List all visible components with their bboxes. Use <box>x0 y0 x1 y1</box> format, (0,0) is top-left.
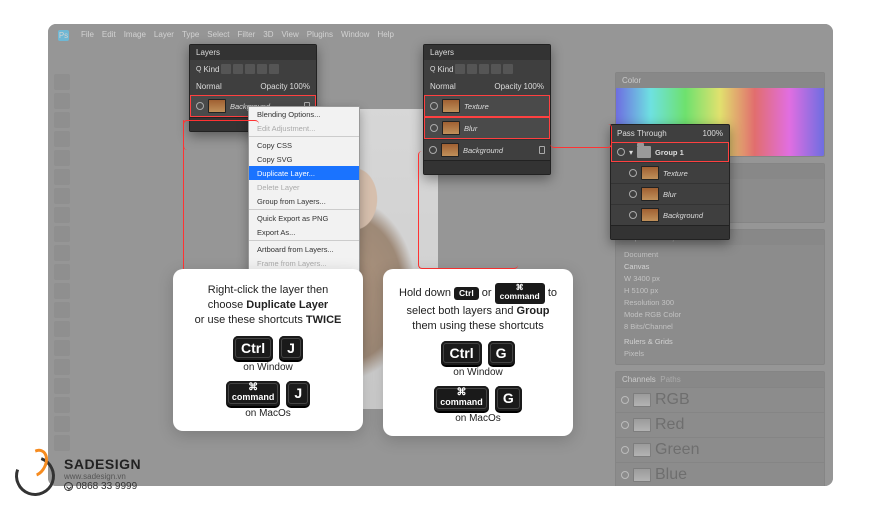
key-g: G <box>495 386 522 411</box>
eye-icon[interactable] <box>617 148 625 156</box>
panel-title: Layers <box>424 45 550 60</box>
eye-icon[interactable] <box>430 102 438 110</box>
card-text-bold: Group <box>517 305 550 317</box>
layer-thumb <box>442 99 460 113</box>
key-ctrl: Ctrl <box>454 287 479 300</box>
blendmode-select[interactable]: Normal <box>430 82 456 91</box>
key-g: G <box>488 341 515 365</box>
panel-title: Layers <box>190 45 316 60</box>
ctx-blending-options[interactable]: Blending Options... <box>249 107 359 121</box>
blendmode-select[interactable]: Pass Through <box>617 129 667 138</box>
os-label-windows: on Window <box>183 362 353 373</box>
panel-footer <box>424 160 550 174</box>
ctx-artboard-from-layers[interactable]: Artboard from Layers... <box>249 242 359 256</box>
layer-row-group[interactable]: ▾Group 1 <box>611 142 729 162</box>
card-text: them using these shortcuts <box>412 320 543 332</box>
panel-footer <box>611 225 729 239</box>
card-text: choose <box>208 299 247 311</box>
layer-row-texture[interactable]: Texture <box>424 95 550 117</box>
connector-line <box>183 120 184 270</box>
ctx-export-as[interactable]: Export As... <box>249 225 359 239</box>
folder-icon <box>637 146 651 158</box>
card-text: select both layers and <box>406 305 516 317</box>
eye-icon[interactable] <box>629 190 637 198</box>
eye-icon[interactable] <box>196 102 204 110</box>
layer-row-background[interactable]: Background <box>611 204 729 225</box>
layer-name[interactable]: Background <box>663 211 703 220</box>
layer-row-blur[interactable]: Blur <box>424 117 550 139</box>
ctx-delete-layer: Delete Layer <box>249 180 359 194</box>
layer-thumb <box>208 99 226 113</box>
card-text-bold: Duplicate Layer <box>246 299 328 311</box>
eye-icon[interactable] <box>430 124 438 132</box>
card-text: to <box>548 287 557 299</box>
logo-icon <box>12 451 58 497</box>
brand-phone: 0868 33 9999 <box>64 481 141 492</box>
layer-name[interactable]: Texture <box>464 102 489 111</box>
os-label-windows: on Window <box>393 367 563 378</box>
layer-thumb <box>442 121 460 135</box>
blend-row[interactable]: Normal Opacity100% <box>424 78 550 95</box>
kind-filter[interactable]: Kind <box>437 65 453 74</box>
opacity-label: Opacity <box>494 82 521 91</box>
card-text: or <box>482 287 495 299</box>
layer-name[interactable]: Texture <box>663 169 688 178</box>
kind-filter[interactable]: Kind <box>203 65 219 74</box>
layer-name[interactable]: Blur <box>464 124 477 133</box>
photoshop-window: Ps File Edit Image Layer Type Select Fil… <box>48 24 833 486</box>
layer-row-texture[interactable]: Texture <box>611 162 729 183</box>
ctx-edit-adjustment: Edit Adjustment... <box>249 121 359 135</box>
instruction-card-duplicate: Right-click the layer then choose Duplic… <box>173 269 363 431</box>
key-command: ⌘command <box>495 283 545 304</box>
watermark-logo: SADESIGN www.sadesign.vn 0868 33 9999 <box>12 451 141 497</box>
card-text: Right-click the layer then <box>208 284 328 296</box>
opacity-value[interactable]: 100% <box>290 82 310 91</box>
key-command: ⌘command <box>226 381 281 406</box>
key-command: ⌘command <box>434 386 489 411</box>
key-j: J <box>279 336 303 360</box>
ctx-quick-export-png[interactable]: Quick Export as PNG <box>249 211 359 225</box>
ctx-group-from-layers[interactable]: Group from Layers... <box>249 194 359 208</box>
key-ctrl: Ctrl <box>233 336 273 360</box>
key-j: J <box>286 381 310 406</box>
opacity-label: Opacity <box>260 82 287 91</box>
os-label-macos: on MacOs <box>393 413 563 424</box>
layer-filter-row[interactable]: QKind <box>424 60 550 78</box>
ctx-copy-css[interactable]: Copy CSS <box>249 138 359 152</box>
layer-row-blur[interactable]: Blur <box>611 183 729 204</box>
layer-thumb <box>441 143 459 157</box>
key-ctrl: Ctrl <box>441 341 481 365</box>
card-text: Hold down <box>399 287 454 299</box>
eye-icon[interactable] <box>629 169 637 177</box>
lock-icon[interactable] <box>539 146 545 154</box>
ctx-copy-svg[interactable]: Copy SVG <box>249 152 359 166</box>
phone-icon <box>64 482 73 491</box>
opacity-value[interactable]: 100% <box>703 129 723 138</box>
layer-thumb <box>641 166 659 180</box>
eye-icon[interactable] <box>629 211 637 219</box>
layer-name[interactable]: Blur <box>663 190 676 199</box>
layer-thumb <box>641 187 659 201</box>
card-text-bold: TWICE <box>306 314 341 326</box>
ctx-duplicate-layer[interactable]: Duplicate Layer... <box>249 166 359 180</box>
os-label-macos: on MacOs <box>183 408 353 419</box>
blend-row[interactable]: Normal Opacity100% <box>190 78 316 95</box>
layers-panel-step2: Layers QKind Normal Opacity100% Texture B… <box>423 44 551 175</box>
opacity-value[interactable]: 100% <box>524 82 544 91</box>
layers-panel-step3: Pass Through 100% ▾Group 1 Texture Blur B… <box>610 124 730 240</box>
layer-filter-row[interactable]: QKind <box>190 60 316 78</box>
layer-row-background[interactable]: Background <box>424 139 550 160</box>
ctx-frame-from-layers: Frame from Layers... <box>249 256 359 270</box>
card-text: or use these shortcuts <box>195 314 306 326</box>
eye-icon[interactable] <box>429 146 437 154</box>
brand-name: SADESIGN <box>64 456 141 472</box>
layer-thumb <box>641 208 659 222</box>
blend-row[interactable]: Pass Through 100% <box>611 125 729 142</box>
brand-url: www.sadesign.vn <box>64 472 141 481</box>
instruction-card-group: Hold down Ctrl or ⌘command to select bot… <box>383 269 573 436</box>
blendmode-select[interactable]: Normal <box>196 82 222 91</box>
layer-name[interactable]: Group 1 <box>655 148 684 157</box>
layer-name[interactable]: Background <box>463 146 503 155</box>
